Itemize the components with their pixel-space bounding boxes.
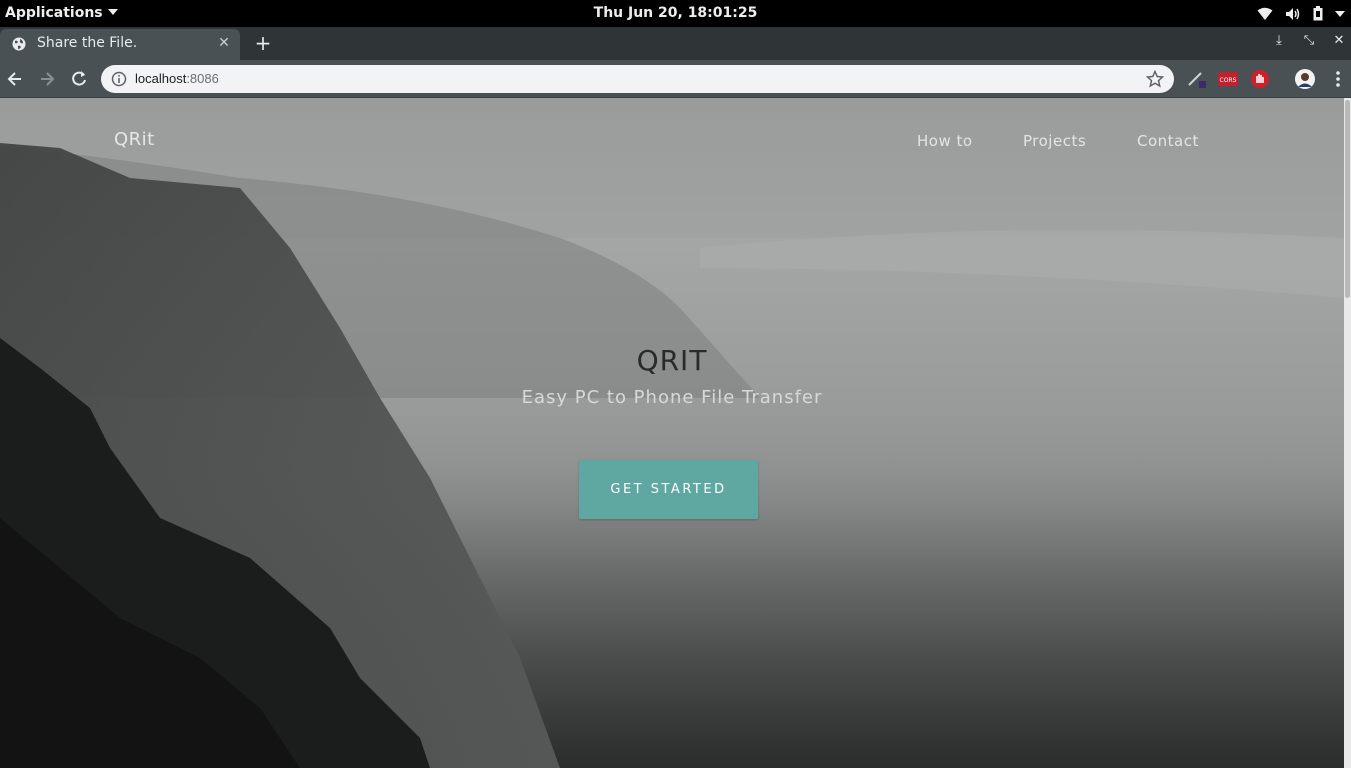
clock-text[interactable]: Thu Jun 20, 18:01:25	[594, 5, 758, 21]
battery-icon	[1313, 6, 1323, 21]
system-menu-caret-icon	[1335, 10, 1345, 17]
tab-strip: Share the File. ✕ +	[0, 27, 1351, 60]
new-tab-button[interactable]: +	[252, 33, 274, 55]
web-page: QRit How to Projects Contact QRIT Easy P…	[0, 98, 1344, 768]
site-brand[interactable]: QRit	[114, 129, 155, 150]
url-host: localhost	[135, 71, 187, 86]
address-bar[interactable]: localhost:8086	[101, 65, 1174, 93]
system-top-bar: Applications Thu Jun 20, 18:01:25	[0, 0, 1351, 27]
cors-extension-icon[interactable]: CORS	[1218, 69, 1238, 89]
site-info-icon[interactable]	[111, 71, 127, 87]
forward-icon[interactable]	[37, 69, 57, 89]
nav-how-to[interactable]: How to	[917, 132, 973, 150]
pen-extension-icon[interactable]	[1187, 69, 1207, 89]
back-icon[interactable]	[5, 69, 25, 89]
window-controls: ⤓ ⤡ ✕	[1271, 33, 1347, 48]
globe-icon	[12, 37, 26, 51]
page-scrollbar[interactable]	[1344, 98, 1351, 768]
clock: Thu Jun 20, 18:01:25	[0, 0, 1351, 27]
applications-menu[interactable]: Applications	[5, 0, 118, 27]
stop-hand-extension-icon[interactable]	[1250, 69, 1270, 89]
volume-icon	[1286, 7, 1300, 20]
url-text: localhost:8086	[135, 71, 219, 86]
hero-subtitle: Easy PC to Phone File Transfer	[521, 387, 823, 408]
scrollbar-thumb[interactable]	[1345, 100, 1350, 298]
tab-close-icon[interactable]: ✕	[216, 35, 232, 51]
cors-extension-label: CORS	[1220, 77, 1237, 84]
minimize-icon[interactable]: ⤓	[1271, 33, 1287, 48]
profile-avatar[interactable]	[1295, 69, 1315, 89]
menu-icon[interactable]	[1328, 69, 1348, 89]
nav-contact[interactable]: Contact	[1137, 132, 1199, 150]
hero-title: QRIT	[636, 344, 708, 377]
system-tray[interactable]	[1257, 0, 1345, 27]
chevron-down-icon	[107, 9, 118, 15]
hero-background-image	[0, 143, 1344, 768]
reload-icon[interactable]	[69, 69, 89, 89]
get-started-button[interactable]: GET STARTED	[579, 460, 758, 519]
wifi-icon	[1257, 7, 1273, 20]
applications-label: Applications	[5, 5, 103, 21]
tab-share-the-file[interactable]: Share the File. ✕	[0, 29, 240, 60]
close-icon[interactable]: ✕	[1331, 33, 1347, 48]
restore-icon[interactable]: ⤡	[1301, 33, 1317, 48]
url-port: :8086	[186, 71, 219, 86]
browser-toolbar: localhost:8086 CORS	[0, 60, 1351, 98]
nav-projects[interactable]: Projects	[1023, 132, 1086, 150]
tab-title: Share the File.	[37, 35, 138, 51]
bookmark-star-icon[interactable]	[1146, 70, 1164, 88]
